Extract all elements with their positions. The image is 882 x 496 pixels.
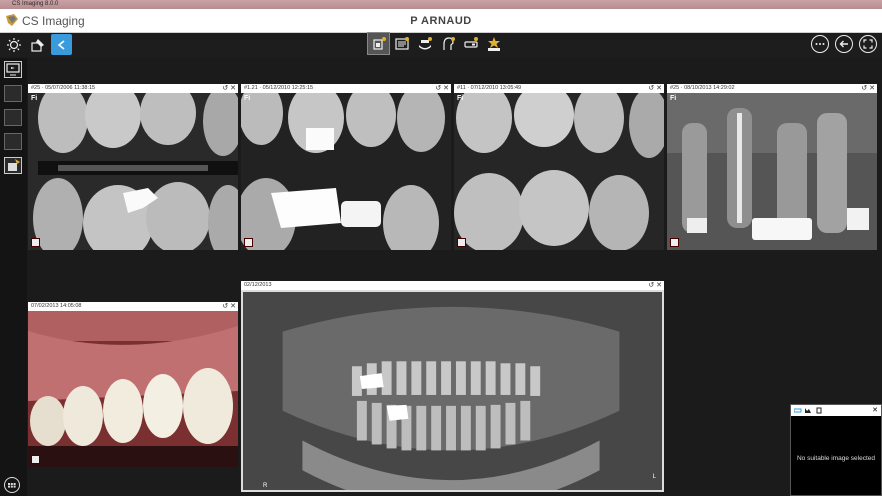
panoramic-button[interactable]: [414, 33, 435, 54]
edit-layout-icon: [8, 159, 20, 171]
xray-type-icon: [457, 238, 466, 247]
image-flag: Fi: [31, 95, 38, 102]
panel-close-icon[interactable]: ↺ ✕: [861, 84, 875, 93]
image-flag: Fi: [457, 95, 464, 102]
new-icon: [487, 36, 500, 51]
tools-panel-header: ✕: [791, 405, 881, 416]
brightness-icon: [6, 37, 21, 52]
periapical-xray-image: [667, 93, 877, 250]
intraoral-photo-image: [28, 311, 238, 467]
xray-type-icon: [31, 238, 40, 247]
panel-header: #25 · 08/10/2013 14:29:02 ↺ ✕: [667, 84, 877, 93]
panoramic-xray-panel[interactable]: 02/12/2013 ↺ ✕ R L: [241, 281, 664, 492]
bitewing-xray-image: [241, 93, 451, 250]
image-flag: Fi: [670, 95, 677, 102]
panel-header: #25 · 05/07/2006 11:38:15 ↺ ✕: [28, 84, 238, 93]
collapse-icon: [57, 39, 64, 50]
collapse-button[interactable]: [51, 34, 72, 55]
panel-info: #25 · 08/10/2013 14:29:02: [670, 85, 735, 91]
xray-type-icon: [670, 238, 679, 247]
xray-panel-1[interactable]: #25 · 05/07/2006 11:38:15 ↺ ✕ Fi: [28, 84, 238, 250]
fullscreen-button[interactable]: [859, 35, 877, 53]
layout-thumbnail-2[interactable]: [4, 109, 22, 126]
acquire-intraoral-button[interactable]: [367, 32, 390, 55]
acquisition-tools: [367, 32, 504, 57]
patient-name: P ARNAUD: [410, 15, 472, 27]
xray-panel-2[interactable]: #1.21 · 05/12/2010 12:25:15 ↺ ✕ Fi: [241, 84, 451, 250]
panel-close-icon[interactable]: ↺ ✕: [435, 84, 449, 93]
more-button[interactable]: [811, 35, 829, 53]
layout-thumbnail-3[interactable]: [4, 133, 22, 150]
window-titlebar: CS Imaging 8.0.0: [0, 0, 882, 9]
left-sidebar: [0, 58, 27, 496]
acquire-intraoral-icon: [372, 36, 386, 50]
panel-close-icon[interactable]: ↺ ✕: [222, 84, 236, 93]
layout-thumbnail-4[interactable]: [4, 157, 22, 174]
panoramic-icon: [418, 36, 432, 49]
bitewing-xray-image: [454, 93, 664, 250]
paint-icon: [30, 38, 44, 52]
right-side-marker: R: [263, 483, 268, 489]
panel-header: 07/02/2013 14:05:08 ↺ ✕: [28, 302, 238, 311]
panoramic-xray-image: [241, 290, 664, 492]
xray-panel-4[interactable]: #25 · 08/10/2013 14:29:02 ↺ ✕ Fi: [667, 84, 877, 250]
xray-panel-3[interactable]: #11 · 07/12/2010 13:05:49 ↺ ✕ Fi: [454, 84, 664, 250]
panel-header: #11 · 07/12/2010 13:05:49 ↺ ✕: [454, 84, 664, 93]
photo-type-icon: [31, 455, 40, 464]
fullscreen-icon: [863, 39, 873, 49]
close-icon[interactable]: ✕: [872, 405, 878, 416]
back-icon: [839, 40, 848, 48]
panel-info: #11 · 07/12/2010 13:05:49: [457, 85, 522, 91]
grid-view-button[interactable]: [4, 477, 20, 493]
panel-info: 07/02/2013 14:05:08: [31, 303, 82, 309]
report-button[interactable]: [391, 33, 412, 54]
panel-header: 02/12/2013 ↺ ✕: [241, 281, 664, 290]
intraoral-photo-panel[interactable]: 07/02/2013 14:05:08 ↺ ✕: [28, 302, 238, 467]
back-button[interactable]: [835, 35, 853, 53]
new-button[interactable]: [483, 33, 504, 54]
histogram-tools-icon[interactable]: [794, 407, 824, 414]
panel-header: #1.21 · 05/12/2010 12:25:15 ↺ ✕: [241, 84, 451, 93]
brightness-button[interactable]: [3, 34, 24, 55]
paint-button[interactable]: [27, 34, 48, 55]
image-flag: Fi: [244, 95, 251, 102]
report-icon: [394, 36, 409, 50]
panel-close-icon[interactable]: ↺ ✕: [222, 302, 236, 311]
scanner-button[interactable]: [460, 33, 481, 54]
monitor-icon: [6, 63, 20, 76]
xray-type-icon: [244, 238, 253, 247]
scanner-icon: [463, 36, 478, 48]
image-tools-panel: ✕ No suitable image selected: [790, 404, 882, 496]
layout-thumbnail-1[interactable]: [4, 85, 22, 102]
panel-info: #25 · 05/07/2006 11:38:15: [31, 85, 96, 91]
panel-close-icon[interactable]: ↺ ✕: [648, 84, 662, 93]
panel-info: #1.21 · 05/12/2010 12:25:15: [244, 85, 314, 91]
cephalometric-icon: [442, 36, 455, 50]
bitewing-xray-image: [28, 93, 238, 250]
app-header: CS Imaging P ARNAUD: [0, 9, 882, 33]
panel-info: 02/12/2013: [244, 282, 272, 288]
grid-icon: [8, 483, 16, 488]
main-toolbar: [0, 32, 882, 57]
empty-selection-message: No suitable image selected: [796, 455, 876, 462]
display-mode-button[interactable]: [4, 61, 22, 78]
left-side-marker: L: [652, 474, 656, 480]
window-title: CS Imaging 8.0.0: [12, 1, 59, 7]
panel-close-icon[interactable]: ↺ ✕: [648, 281, 662, 290]
more-icon: [815, 43, 825, 45]
cephalometric-button[interactable]: [437, 33, 458, 54]
